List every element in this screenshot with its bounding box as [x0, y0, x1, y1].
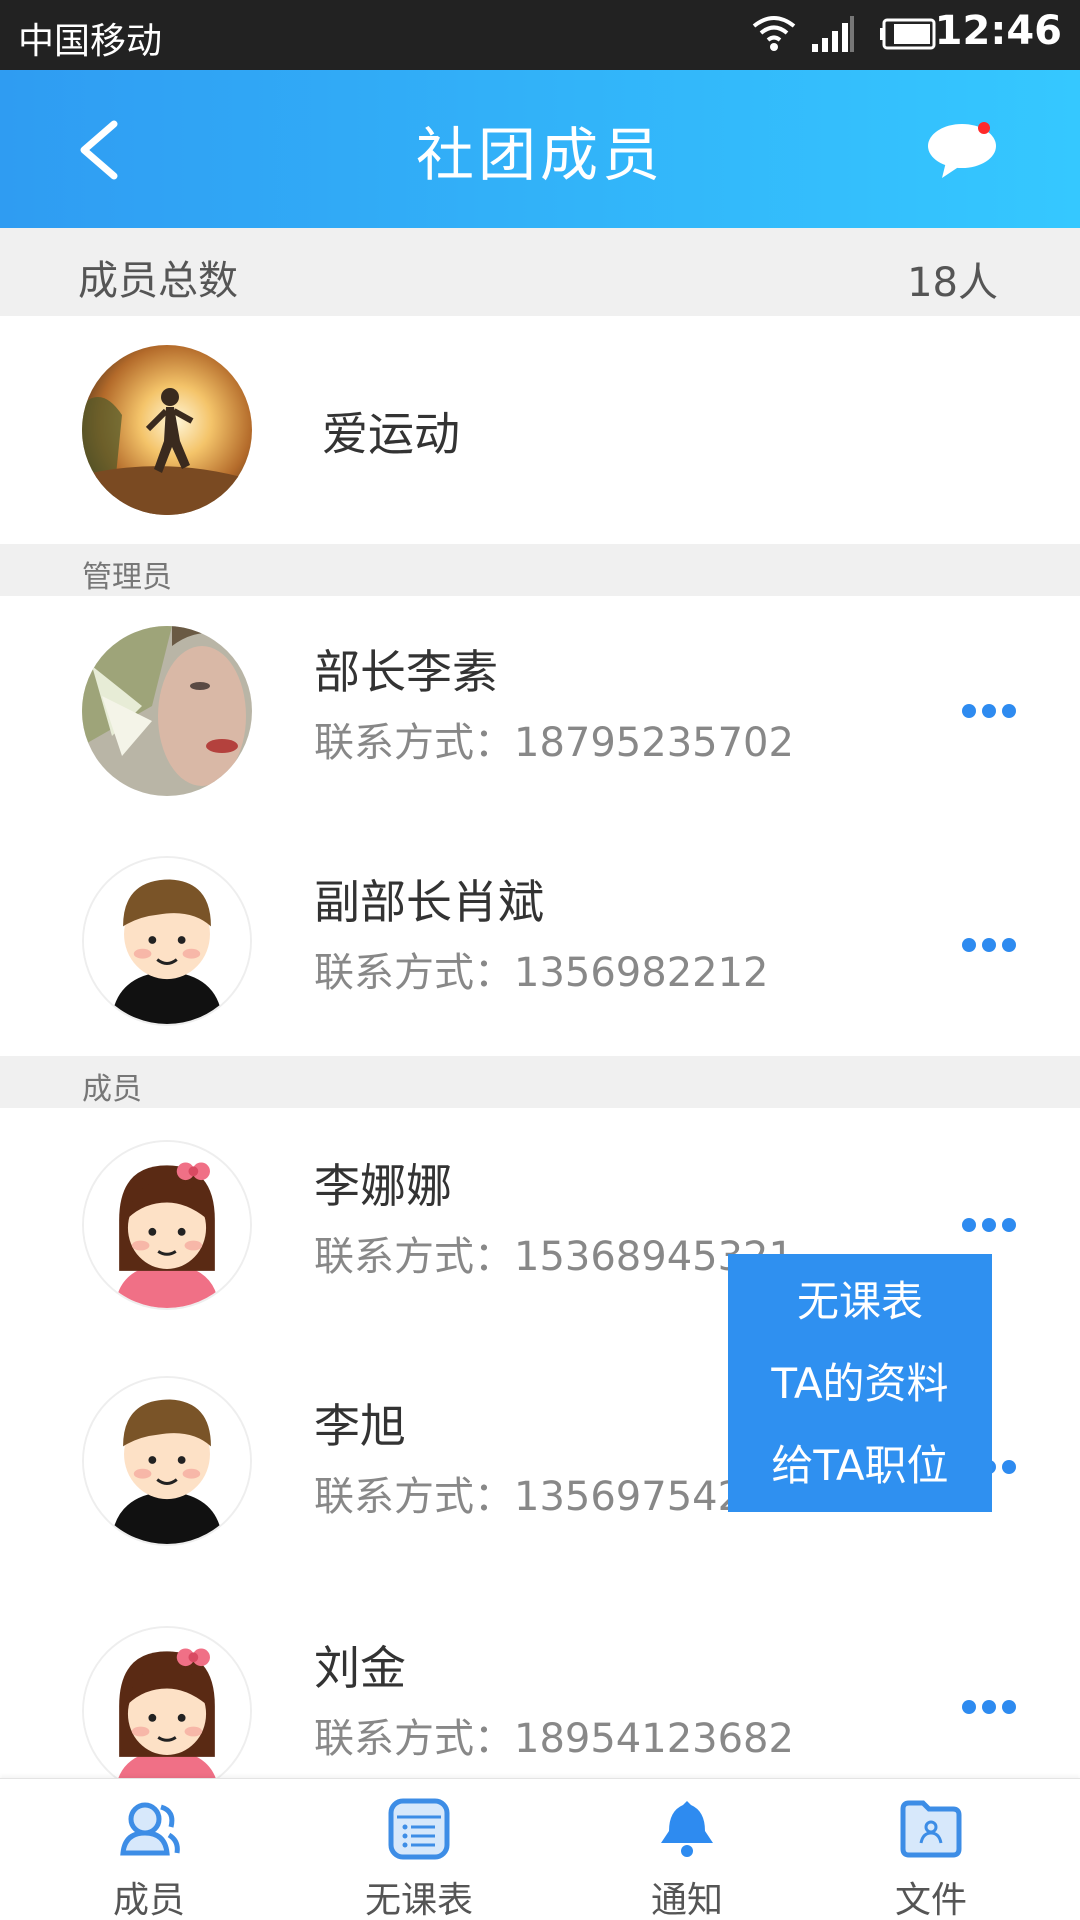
more-options-button[interactable] [962, 934, 1018, 954]
more-options-button[interactable] [962, 700, 1018, 720]
message-button[interactable] [926, 120, 1002, 180]
dot [1002, 704, 1016, 718]
club-name: 爱运动 [322, 407, 460, 461]
popup-item-profile[interactable]: TA的资料 [728, 1344, 992, 1424]
dot [962, 704, 976, 718]
tab-schedule[interactable]: 无课表 [284, 1779, 554, 1920]
tab-members-label: 成员 [112, 1880, 185, 1920]
more-options-button[interactable] [962, 1214, 1018, 1234]
avatar [82, 626, 252, 796]
member-total-bar: 成员总数 18人 [0, 228, 1080, 316]
member-name: 刘金 [314, 1641, 406, 1695]
avatar [82, 1376, 252, 1546]
section-members-label: 成员 [82, 1072, 142, 1107]
tab-notifications[interactable]: 通知 [552, 1779, 822, 1920]
section-admins: 管理员 [0, 544, 1080, 596]
bottom-nav: 成员 无课表 通知 文件 [0, 1778, 1080, 1920]
dot [962, 1700, 976, 1714]
dot [1002, 938, 1016, 952]
tab-schedule-label: 无课表 [364, 1880, 473, 1920]
tab-files-label: 文件 [894, 1880, 967, 1920]
battery-icon [880, 18, 936, 50]
dot [982, 704, 996, 718]
dot [962, 1218, 976, 1232]
tab-members[interactable]: 成员 [14, 1779, 284, 1920]
member-name: 副部长肖斌 [314, 875, 544, 929]
dot [1002, 1700, 1016, 1714]
club-avatar [82, 345, 252, 515]
section-members: 成员 [0, 1056, 1080, 1108]
clock: 12:46 [934, 8, 1062, 54]
member-contact: 联系方式：15368945321 [314, 1234, 794, 1280]
member-contact: 联系方式：18954123682 [314, 1716, 794, 1762]
app-root: 中国移动 12:46 社团成员 成员总数 18人 爱运动 管理员 部长李素 联系… [0, 0, 1080, 1920]
member-contact: 联系方式：18795235702 [314, 720, 794, 766]
avatar [82, 1140, 252, 1310]
dot [982, 1700, 996, 1714]
member-total-count: 18人 [907, 260, 998, 306]
list-item[interactable]: 副部长肖斌 联系方式：1356982212 [0, 826, 1080, 1057]
wifi-icon [752, 16, 796, 51]
member-name: 李旭 [314, 1399, 406, 1453]
chat-bubble-icon [928, 122, 996, 178]
avatar [82, 1626, 252, 1796]
dot [982, 1218, 996, 1232]
signal-icon [812, 16, 854, 52]
member-name: 部长李素 [314, 645, 498, 699]
schedule-icon [388, 1798, 450, 1860]
members-icon [120, 1802, 180, 1856]
club-row[interactable]: 爱运动 [0, 316, 1080, 545]
popup-item-assign-role[interactable]: 给TA职位 [728, 1426, 992, 1506]
status-bar: 中国移动 12:46 [0, 0, 1080, 70]
dot [1002, 1460, 1016, 1474]
carrier-name: 中国移动 [18, 21, 163, 62]
app-header: 社团成员 [0, 70, 1080, 228]
bell-icon [661, 1801, 713, 1857]
dot [1002, 1218, 1016, 1232]
dot [982, 938, 996, 952]
page-title: 社团成员 [415, 121, 664, 189]
folder-icon [900, 1800, 962, 1858]
list-item[interactable]: 刘金 联系方式：18954123682 [0, 1586, 1080, 1796]
list-item[interactable]: 部长李素 联系方式：18795235702 [0, 596, 1080, 827]
member-total-label: 成员总数 [78, 258, 238, 304]
tab-notifications-label: 通知 [650, 1880, 723, 1920]
member-name: 李娜娜 [314, 1159, 452, 1213]
member-contact: 联系方式：1356982212 [314, 950, 769, 996]
section-admins-label: 管理员 [82, 560, 172, 595]
member-options-popup: 无课表 TA的资料 给TA职位 [728, 1254, 992, 1512]
tab-files[interactable]: 文件 [796, 1779, 1066, 1920]
avatar [82, 856, 252, 1026]
popup-item-schedule[interactable]: 无课表 [728, 1262, 992, 1342]
member-contact: 联系方式：13569754251 [314, 1474, 794, 1520]
more-options-button[interactable] [962, 1696, 1018, 1716]
dot [962, 938, 976, 952]
